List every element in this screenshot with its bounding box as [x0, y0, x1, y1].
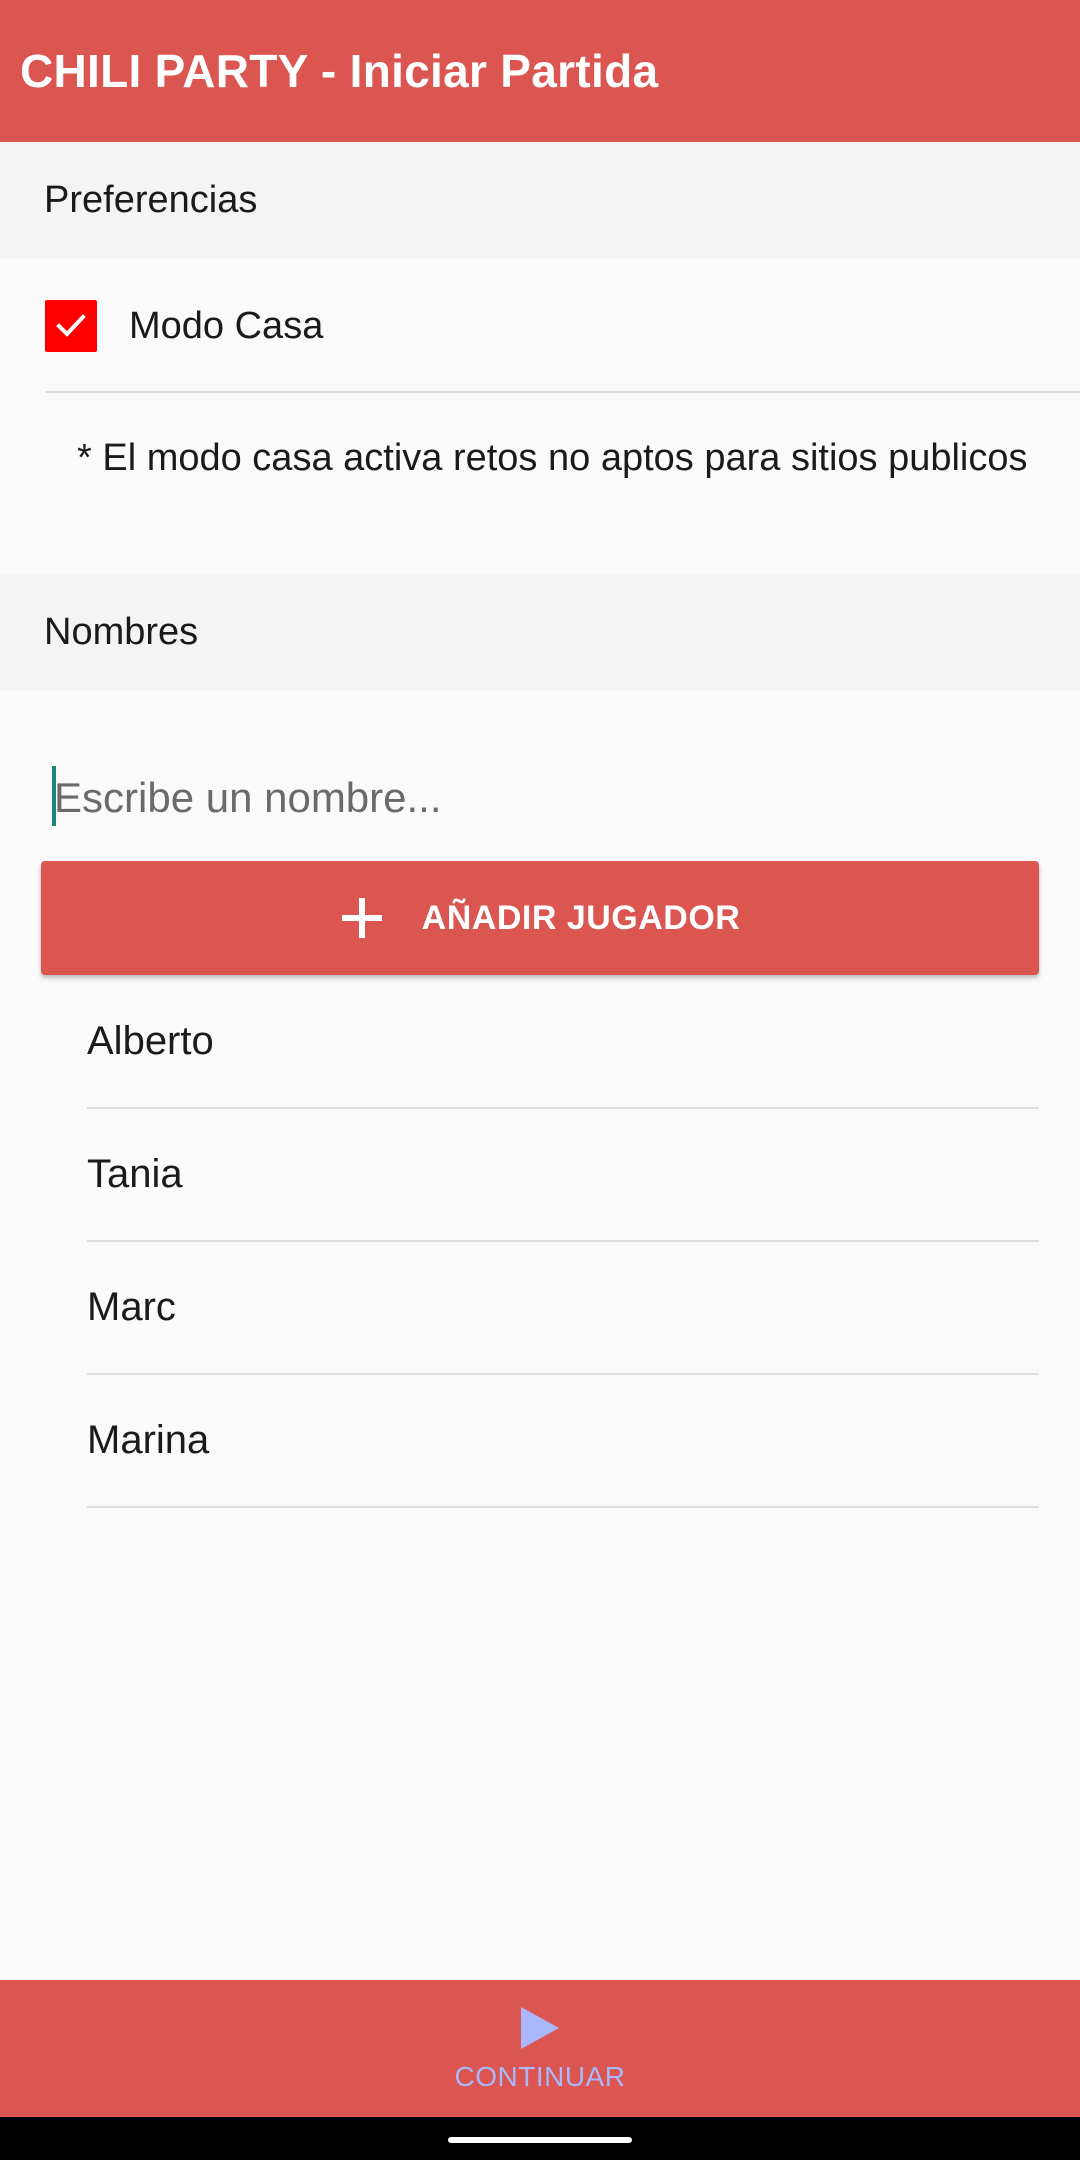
plus-icon: [341, 898, 382, 938]
name-input-container: [50, 766, 1040, 830]
system-navigation-bar: [0, 2117, 1080, 2160]
home-mode-row[interactable]: Modo Casa: [0, 260, 1080, 392]
home-mode-checkbox[interactable]: [45, 300, 97, 352]
app-bar: CHILI PARTY - Iniciar Partida: [0, 0, 1080, 142]
screen: CHILI PARTY - Iniciar Partida Preferenci…: [0, 0, 1080, 2160]
add-player-label: AÑADIR JUGADOR: [421, 898, 741, 937]
name-input[interactable]: [54, 766, 1034, 830]
player-name: Alberto: [87, 1019, 214, 1063]
list-item[interactable]: Marc: [87, 1242, 1039, 1375]
list-item[interactable]: Marina: [87, 1375, 1039, 1508]
play-icon: [521, 2006, 559, 2049]
preferences-header-label: Preferencias: [44, 179, 258, 221]
home-indicator[interactable]: [448, 2137, 632, 2143]
list-item[interactable]: Tania: [87, 1109, 1039, 1242]
home-mode-label: Modo Casa: [129, 304, 324, 347]
continue-button[interactable]: CONTINUAR: [0, 1980, 1080, 2117]
player-name: Marina: [87, 1418, 210, 1462]
names-header: Nombres: [0, 574, 1080, 691]
app-title: CHILI PARTY - Iniciar Partida: [20, 45, 659, 97]
list-item[interactable]: Alberto: [87, 976, 1039, 1109]
names-header-label: Nombres: [44, 611, 199, 653]
preferences-header: Preferencias: [0, 142, 1080, 259]
home-mode-note: * El modo casa activa retos no aptos par…: [77, 437, 1028, 479]
continue-label: CONTINUAR: [454, 2060, 626, 2092]
checkmark-icon: [56, 314, 86, 337]
player-name: Tania: [87, 1152, 183, 1196]
divider: [46, 391, 1080, 393]
player-list: Alberto Tania Marc Marina: [87, 976, 1039, 1508]
add-player-button[interactable]: AÑADIR JUGADOR: [41, 861, 1039, 975]
player-name: Marc: [87, 1285, 176, 1329]
